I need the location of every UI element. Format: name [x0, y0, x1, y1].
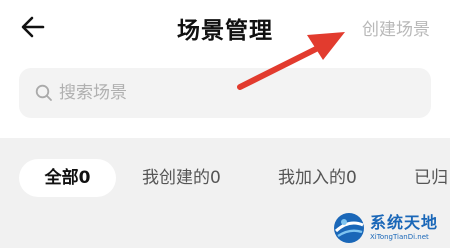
- tab-created-by-me[interactable]: 我创建的0: [142, 159, 221, 197]
- watermark-text: 系统天地 XiTongTianDi.net: [370, 214, 438, 242]
- create-scene-button[interactable]: 创建场景: [362, 15, 430, 40]
- tab-all[interactable]: 全部0: [19, 159, 116, 197]
- top-bar: 场景管理 创建场景: [0, 0, 450, 58]
- search-input[interactable]: [59, 83, 399, 103]
- globe-logo-icon: [334, 213, 364, 243]
- filter-tabs: 全部0 我创建的0 我加入的0 已归: [0, 159, 450, 197]
- watermark: 系统天地 XiTongTianDi.net: [332, 208, 450, 248]
- watermark-url: XiTongTianDi.net: [370, 233, 429, 241]
- search-bar[interactable]: [19, 68, 431, 118]
- tab-archived[interactable]: 已归: [414, 159, 448, 197]
- search-icon: [35, 84, 52, 101]
- watermark-title: 系统天地: [370, 213, 439, 232]
- tab-joined-by-me[interactable]: 我加入的0: [278, 159, 357, 197]
